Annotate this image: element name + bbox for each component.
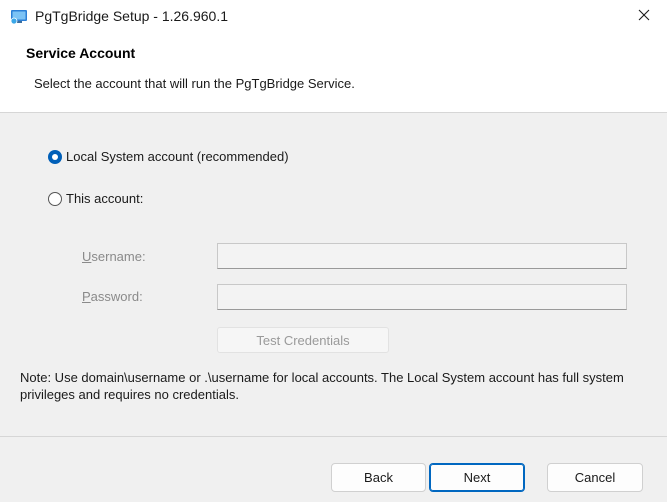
setup-window: PgTgBridge Setup - 1.26.960.1 Service Ac… — [0, 0, 667, 502]
username-input[interactable] — [217, 243, 627, 269]
password-input[interactable] — [217, 284, 627, 310]
back-button[interactable]: Back — [331, 463, 426, 492]
username-label: Username: — [82, 249, 146, 264]
password-label-accelerator: P — [82, 289, 91, 304]
account-note: Note: Use domain\username or .\username … — [20, 370, 624, 402]
title-bar: PgTgBridge Setup - 1.26.960.1 — [0, 0, 667, 32]
window-title: PgTgBridge Setup - 1.26.960.1 — [35, 8, 229, 24]
username-label-text: sername: — [91, 249, 146, 264]
password-label: Password: — [82, 289, 143, 304]
this-account-radio[interactable]: This account: — [48, 191, 143, 206]
radio-selected-icon — [48, 149, 62, 164]
cancel-button[interactable]: Cancel — [547, 463, 643, 492]
test-credentials-button[interactable]: Test Credentials — [217, 327, 389, 353]
local-system-account-radio[interactable]: Local System account (recommended) — [48, 149, 289, 164]
page-header: Service Account Select the account that … — [0, 32, 667, 112]
next-button[interactable]: Next — [429, 463, 525, 492]
page-title: Service Account — [26, 45, 136, 61]
installer-app-icon — [10, 9, 28, 25]
username-label-accelerator: U — [82, 249, 92, 264]
close-icon — [638, 9, 650, 24]
password-label-text: assword: — [90, 289, 143, 304]
dialog-body: Local System account (recommended) This … — [0, 113, 667, 436]
local-system-account-label: Local System account (recommended) — [66, 149, 289, 164]
dialog-footer: Back Next Cancel — [0, 437, 667, 502]
page-description: Select the account that will run the PgT… — [34, 76, 355, 91]
radio-unselected-icon — [48, 191, 62, 206]
this-account-label: This account: — [66, 191, 144, 206]
window-close-button[interactable] — [621, 0, 667, 32]
